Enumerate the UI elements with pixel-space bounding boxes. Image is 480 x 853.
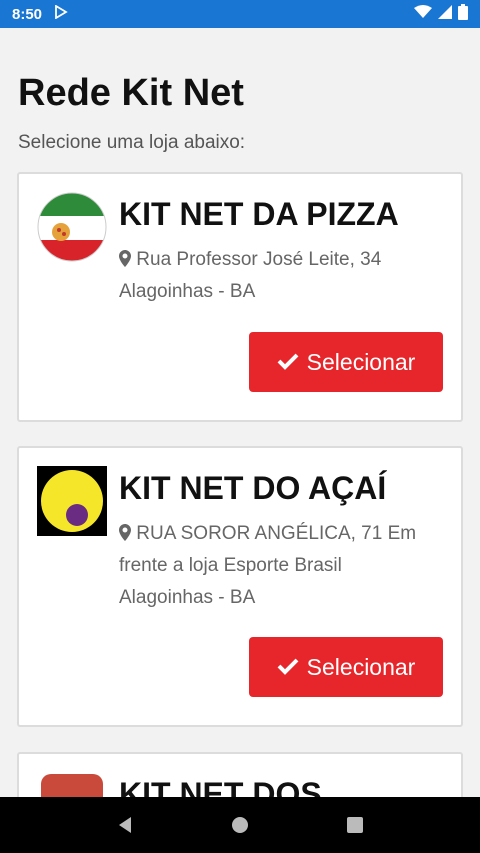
play-store-icon [54, 3, 68, 24]
status-bar: 8:50 [0, 0, 480, 28]
select-store-button[interactable]: Selecionar [249, 332, 443, 392]
page-subtitle: Selecione uma loja abaixo: [18, 132, 246, 153]
store-card: KIT NET DA PIZZA Rua Professor José Leit… [17, 172, 463, 422]
address-line: Alagoinhas - BA [119, 281, 256, 302]
check-icon [277, 654, 299, 681]
store-address: RUA SOROR ANGÉLICA, 71 Em frente a loja … [119, 518, 419, 614]
select-store-button[interactable]: Selecionar [249, 637, 443, 697]
map-marker-icon [119, 249, 136, 270]
address-line: Alagoinhas - BA [119, 587, 256, 608]
select-button-label: Selecionar [306, 348, 416, 375]
store-name: KIT NET DA PIZZA [119, 196, 399, 232]
address-line: frente a loja Esporte Brasil [119, 555, 342, 576]
store-card: KIT NET DO AÇAÍ RUA SOROR ANGÉLICA, 71 E… [17, 446, 463, 727]
signal-icon [438, 4, 452, 24]
recents-button[interactable] [335, 805, 375, 845]
status-time: 8:50 [12, 5, 43, 23]
page-title: Rede Kit Net [18, 72, 244, 114]
navigation-bar [0, 797, 480, 853]
store-logo [37, 772, 107, 797]
wifi-icon [414, 4, 432, 24]
address-line: Rua Professor José Leite, 34 [136, 249, 382, 270]
recents-icon [346, 817, 363, 833]
store-card: KIT NET DOS [17, 752, 463, 797]
home-button[interactable] [220, 805, 260, 845]
store-name: KIT NET DO AÇAÍ [119, 470, 387, 506]
check-icon [277, 349, 299, 376]
pizza-store-logo [37, 192, 107, 262]
map-marker-icon [119, 523, 136, 544]
select-button-label: Selecionar [306, 653, 416, 680]
store-address: Rua Professor José Leite, 34 Alagoinhas … [119, 244, 419, 308]
store-name: KIT NET DOS [119, 776, 322, 797]
home-icon [231, 817, 248, 833]
battery-icon [458, 3, 468, 25]
back-button[interactable] [105, 805, 145, 845]
store-list-screen: Rede Kit Net Selecione uma loja abaixo: … [0, 28, 480, 797]
address-line: RUA SOROR ANGÉLICA, 71 Em [136, 523, 417, 544]
acai-store-logo [37, 466, 107, 536]
back-icon [119, 817, 132, 833]
